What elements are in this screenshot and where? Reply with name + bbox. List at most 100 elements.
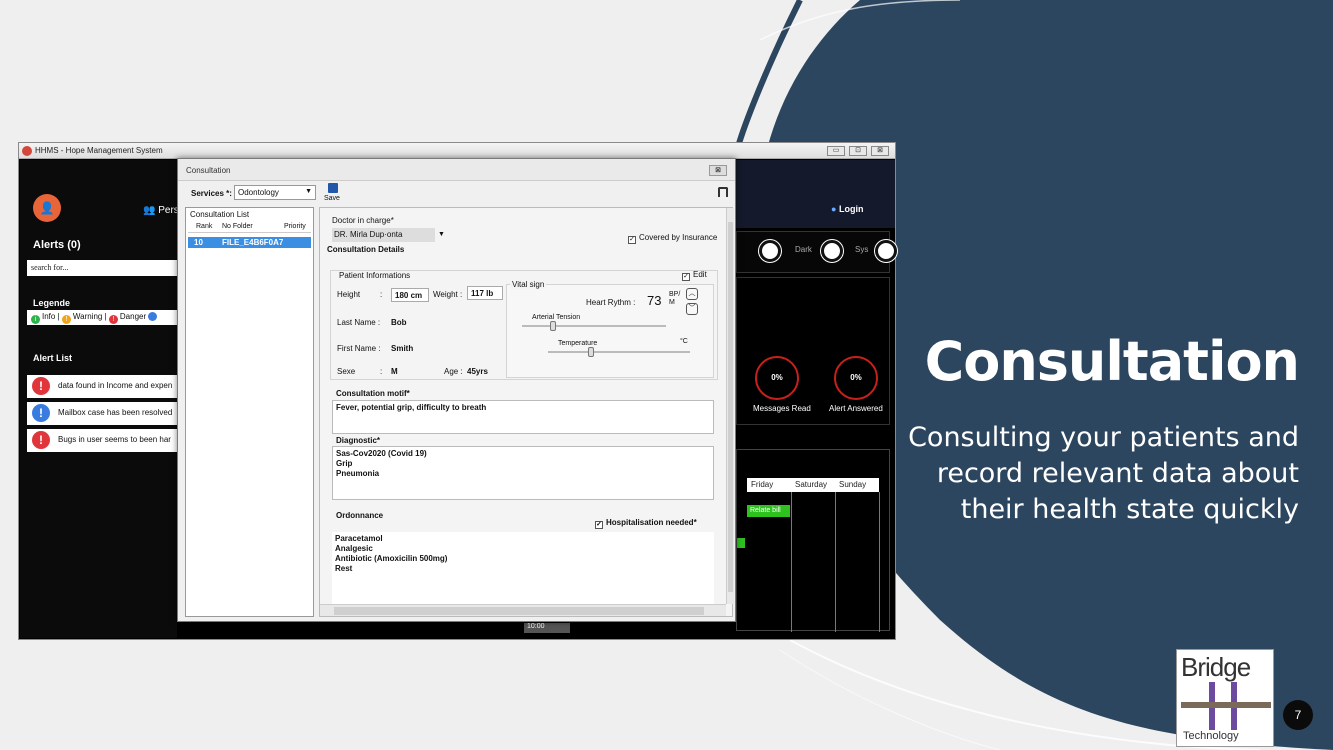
slide-subline: Consulting your patients and record rele… xyxy=(908,422,1299,525)
checkbox-icon: ✓ xyxy=(628,236,636,244)
chevron-down-icon: ▼ xyxy=(305,188,312,195)
consultation-dialog: Consultation ⊠ Services *: Odontology ▼ … xyxy=(177,158,736,622)
ordonnance-textarea[interactable]: Paracetamol Analgesic Antibiotic (Amoxic… xyxy=(332,532,714,604)
save-button[interactable]: Save xyxy=(324,195,340,202)
colon: : xyxy=(380,290,383,299)
height-field[interactable]: 180 cm xyxy=(391,288,429,302)
dialog-close-button[interactable]: ⊠ xyxy=(709,165,727,176)
weight-field[interactable]: 117 lb xyxy=(467,286,503,300)
light-theme-icon[interactable] xyxy=(759,240,781,262)
minimize-button[interactable]: ▭ xyxy=(827,146,845,156)
login-button[interactable]: ● Login xyxy=(831,204,863,214)
messages-read-gauge: 0% xyxy=(755,356,799,400)
chevron-down-icon[interactable]: ▼ xyxy=(438,231,445,238)
alert-list-title: Alert List xyxy=(33,353,73,363)
doctor-label: Doctor in charge* xyxy=(332,216,394,225)
tension-label: Arterial Tension xyxy=(532,314,581,321)
slider-thumb[interactable] xyxy=(550,321,556,331)
doctor-select[interactable]: DR. Mirla Dup·onta xyxy=(332,228,435,242)
lastname-value[interactable]: Bob xyxy=(391,318,407,327)
calendar-day: Sunday xyxy=(835,478,879,492)
calendar: Friday Saturday Sunday Relate bill xyxy=(736,449,890,632)
firstname-value[interactable]: Smith xyxy=(391,344,413,353)
calendar-event[interactable]: Relate bill xyxy=(747,505,790,517)
age-value[interactable]: 45yrs xyxy=(467,367,488,376)
alert-item[interactable]: ! Mailbox case has been resolved xyxy=(27,402,179,425)
system-theme-icon[interactable] xyxy=(875,240,897,262)
temperature-unit: °C xyxy=(680,338,688,345)
legend-warning: Warning xyxy=(72,312,103,321)
calendar-day: Saturday xyxy=(791,478,835,492)
dialog-title: Consultation xyxy=(186,166,231,175)
slider-thumb[interactable] xyxy=(588,347,594,357)
vertical-scrollbar[interactable] xyxy=(726,208,734,604)
sex-value[interactable]: M xyxy=(391,367,398,376)
maximize-button[interactable]: ⊡ xyxy=(849,146,867,156)
vital-sign-title: Vital sign xyxy=(510,280,547,289)
column-rank: Rank xyxy=(196,223,213,230)
scrollbar-thumb[interactable] xyxy=(728,222,733,592)
calendar-divider xyxy=(791,492,792,632)
height-label: Height xyxy=(337,290,361,299)
colon: : xyxy=(380,367,383,376)
column-priority: Priority xyxy=(284,223,306,230)
temperature-slider[interactable] xyxy=(548,347,690,357)
lock-icon[interactable] xyxy=(718,187,728,197)
alert-search-input[interactable]: search for... xyxy=(27,260,179,276)
login-label: Login xyxy=(838,204,864,214)
insurance-checkbox[interactable]: ✓ Covered by Insurance xyxy=(628,233,717,244)
weight-label: Weight : xyxy=(433,290,463,299)
scrollbar-thumb[interactable] xyxy=(334,607,704,615)
window-title: HHMS - Hope Management System xyxy=(35,146,163,155)
horizontal-scrollbar[interactable] xyxy=(320,604,726,616)
alerts-title: Alerts (0) xyxy=(33,239,81,251)
edit-checkbox[interactable]: ✓ Edit xyxy=(682,270,707,281)
alert-text: Bugs in user seems to been har xyxy=(58,435,171,444)
alert-item[interactable]: ! Bugs in user seems to been har xyxy=(27,429,179,452)
warning-icon: ! xyxy=(61,315,71,324)
stats-panel: 0% Messages Read 0% Alert Answered xyxy=(736,277,890,425)
firstname-label: First Name : xyxy=(337,344,381,353)
heart-unit: BP/ M xyxy=(669,291,681,306)
diagnostic-textarea[interactable]: Sas-Cov2020 (Covid 19) Grip Pneumonia xyxy=(332,446,714,500)
calendar-divider xyxy=(835,492,836,632)
calendar-event-marker xyxy=(737,538,745,548)
edit-label: Edit xyxy=(693,270,707,279)
motif-textarea[interactable]: Fever, potential grip, difficulty to bre… xyxy=(332,400,714,434)
legend-danger: Danger xyxy=(119,312,147,321)
doctor-value: DR. Mirla Dup·onta xyxy=(334,230,403,239)
services-value: Odontology xyxy=(238,188,279,197)
personnel-nav[interactable]: 👥 Pers xyxy=(143,205,179,216)
services-select[interactable]: Odontology ▼ xyxy=(234,185,316,200)
checkbox-icon: ✓ xyxy=(595,521,603,529)
slide-headline: Consultation xyxy=(924,330,1300,393)
info-icon: ! xyxy=(32,404,50,422)
table-row[interactable]: 10 FILE_E4B6F0A7 xyxy=(188,237,311,248)
time-slot: 10:00 xyxy=(524,623,570,633)
heart-value: 73 xyxy=(647,293,662,308)
sidebar xyxy=(20,160,177,638)
patient-info-title: Patient Informations xyxy=(337,271,413,280)
calendar-divider xyxy=(879,492,880,632)
dark-label: Dark xyxy=(795,245,812,254)
close-button[interactable]: ⊠ xyxy=(871,146,889,156)
decrease-heart-button[interactable]: ﹀ xyxy=(686,303,698,315)
alert-text: Mailbox case has been resolved xyxy=(58,408,173,417)
row-rank: 10 xyxy=(194,238,203,247)
save-icon[interactable] xyxy=(328,183,338,193)
dark-theme-icon[interactable] xyxy=(821,240,843,262)
increase-heart-button[interactable]: ︿ xyxy=(686,288,698,300)
tension-slider[interactable] xyxy=(522,321,666,331)
avatar[interactable]: 👤 xyxy=(33,194,61,222)
hospitalisation-checkbox[interactable]: ✓ Hospitalisation needed* xyxy=(595,518,697,529)
danger-icon: ! xyxy=(32,431,50,449)
hospitalisation-label: Hospitalisation needed* xyxy=(606,518,697,527)
sys-label: Sys xyxy=(855,245,869,254)
logo-mark-icon xyxy=(1181,682,1271,730)
checkbox-icon: ✓ xyxy=(682,273,690,281)
alert-text: data found in Income and expen xyxy=(58,381,173,390)
legend-info: Info xyxy=(42,312,56,321)
age-label: Age : xyxy=(444,367,463,376)
list-header: Rank No Folder Priority xyxy=(188,221,311,233)
alert-item[interactable]: ! data found in Income and expen xyxy=(27,375,179,398)
